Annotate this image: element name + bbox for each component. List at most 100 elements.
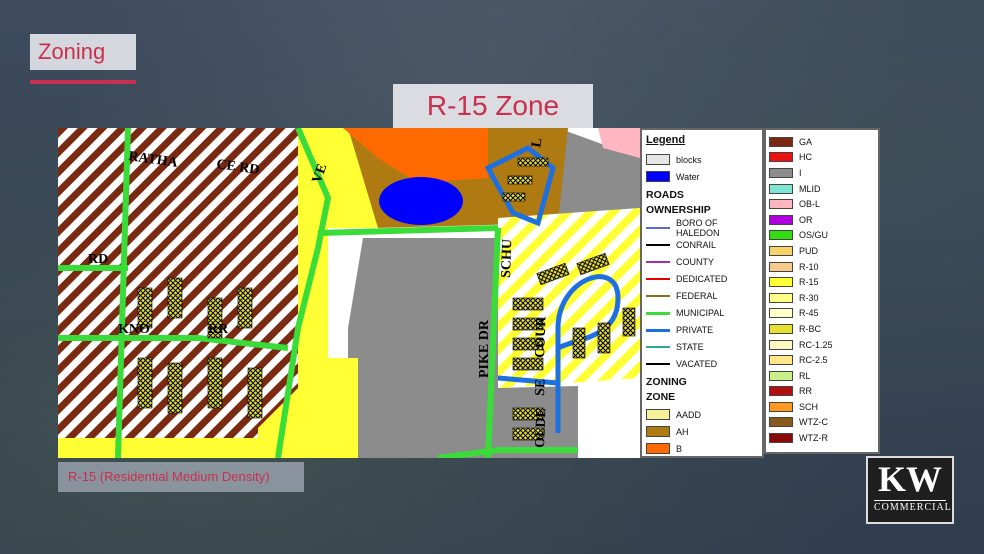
legend-zone-row: WTZ-R	[769, 430, 875, 446]
legend-zone-label: R-BC	[799, 323, 821, 334]
legend-zone-row: PUD	[769, 243, 875, 259]
street-label: SE	[533, 379, 549, 397]
street-label: KNO	[118, 322, 150, 337]
legend-base-swatch	[646, 154, 670, 165]
legend-road-label: DEDICATED	[676, 273, 728, 284]
legend-base-row: Water	[646, 168, 758, 185]
legend-zone-row: RC-1.25	[769, 337, 875, 353]
legend-zone-row: WTZ-C	[769, 415, 875, 431]
legend-zone-swatch	[769, 370, 793, 381]
legend-ownership-heading: OWNERSHIP	[646, 204, 711, 216]
legend-zone-row: R-45	[769, 306, 875, 322]
legend-zone-swatch	[769, 230, 793, 241]
legend-zone-swatch	[769, 417, 793, 428]
legend-zone-label: WTZ-C	[799, 417, 828, 428]
legend-zone-swatch	[769, 401, 793, 412]
legend-road-line	[646, 358, 670, 369]
legend-zone-row: AH	[646, 423, 758, 440]
slide-title: Zoning	[30, 34, 136, 70]
legend-zone-label: RC-2.5	[799, 355, 828, 366]
legend-zone-swatch	[769, 339, 793, 350]
legend-zone-label: OR	[799, 214, 813, 225]
legend-zone-row: R-15	[769, 274, 875, 290]
legend-zone-swatch	[769, 386, 793, 397]
legend-road-line	[646, 256, 670, 267]
legend-zone-swatch	[769, 199, 793, 210]
legend-zone-swatch	[769, 152, 793, 163]
legend-road-line	[646, 341, 670, 352]
legend-road-line	[646, 290, 670, 301]
legend-zone-swatch	[769, 355, 793, 366]
legend-zone-row: B	[646, 440, 758, 457]
legend-road-row: PRIVATE	[646, 321, 758, 338]
legend-zone-swatch	[769, 433, 793, 444]
legend-road-label: VACATED	[676, 358, 718, 369]
zoning-map: RATHA CE RD VE RD KNO RR PIKE DR SCHU L …	[58, 128, 640, 458]
legend-zone-swatch	[769, 167, 793, 178]
legend-road-row: COUNTY	[646, 253, 758, 270]
slide-caption: R-15 (Residential Medium Density)	[58, 462, 304, 492]
water-pond	[379, 177, 463, 225]
legend-zone-label: R-15	[799, 277, 819, 288]
legend-road-label: CONRAIL	[676, 239, 717, 250]
legend-road-row: CONRAIL	[646, 236, 758, 253]
legend-road-line	[646, 239, 670, 250]
street-label: COUR	[533, 316, 549, 359]
legend-zone-row: RL	[769, 368, 875, 384]
legend-zone-label: WTZ-R	[799, 433, 828, 444]
legend-zone-row: R-10	[769, 259, 875, 275]
legend-road-line	[646, 324, 670, 335]
legend-panel-left: Legend blocks Water ROADS OWNERSHIP BORO …	[640, 128, 764, 458]
legend-zone-row: RC-2.5	[769, 352, 875, 368]
legend-zone-label: RC-1.25	[799, 339, 833, 350]
legend-zone-row: GA	[769, 134, 875, 150]
legend-zone-label: R-10	[799, 261, 819, 272]
legend-zone-label: B	[676, 443, 683, 454]
legend-zone-label: HC	[799, 152, 812, 163]
legend-zone-label: PUD	[799, 245, 819, 256]
legend-zone-swatch	[646, 426, 670, 437]
legend-zone-swatch	[769, 261, 793, 272]
legend-base-label: Water	[676, 171, 700, 182]
legend-zone-row: OB-L	[769, 196, 875, 212]
legend-zone-row: SCH	[769, 399, 875, 415]
legend-zone-swatch	[769, 214, 793, 225]
legend-zone-row: OR	[769, 212, 875, 228]
kw-commercial-logo: KW COMMERCIAL	[866, 456, 954, 524]
legend-road-line	[646, 307, 670, 318]
legend-zone-label: RL	[799, 370, 811, 381]
legend-zone-row: AADD	[646, 406, 758, 423]
street-label: OLDE	[533, 408, 549, 448]
legend-title: Legend	[646, 134, 686, 146]
legend-road-row: BORO OF HALEDON	[646, 217, 758, 238]
legend-zone-swatch	[769, 136, 793, 147]
legend-base-row: blocks	[646, 151, 758, 168]
legend-zone-label: R-45	[799, 308, 819, 319]
industrial-zone-area	[348, 238, 498, 458]
legend-zone-swatch	[769, 183, 793, 194]
street-label: RD	[88, 252, 108, 267]
logo-subtitle: COMMERCIAL	[874, 500, 952, 513]
legend-zone-row: MLID	[769, 181, 875, 197]
legend-zone-items: AADD AH B	[646, 406, 758, 457]
legend-road-row: STATE	[646, 338, 758, 355]
legend-road-label: COUNTY	[676, 256, 714, 267]
street-label: RR	[208, 322, 229, 337]
legend-panel-right: GA HC I MLID OB-L OR OS/GU PUD R-10 R-15 R-30 R-45 R…	[764, 128, 880, 454]
legend-zone-label: SCH	[799, 401, 819, 412]
legend-road-label: FEDERAL	[676, 290, 718, 301]
title-underline	[30, 80, 136, 84]
legend-zone-swatch	[646, 409, 670, 420]
legend-road-label: MUNICIPAL	[676, 307, 725, 318]
logo-mark: KW	[877, 459, 942, 499]
legend-zone-row: I	[769, 165, 875, 181]
legend-road-row: DEDICATED	[646, 270, 758, 287]
legend-zone-swatch	[769, 308, 793, 319]
legend-road-row: FEDERAL	[646, 287, 758, 304]
legend-zone-label: OB-L	[799, 199, 821, 210]
legend-zone-label: OS/GU	[799, 230, 829, 241]
legend-road-label: BORO OF HALEDON	[676, 217, 720, 238]
legend-zoning-heading: ZONING	[646, 376, 687, 388]
legend-zone-label: RR	[799, 386, 812, 397]
legend-zone-label: MLID	[799, 183, 821, 194]
